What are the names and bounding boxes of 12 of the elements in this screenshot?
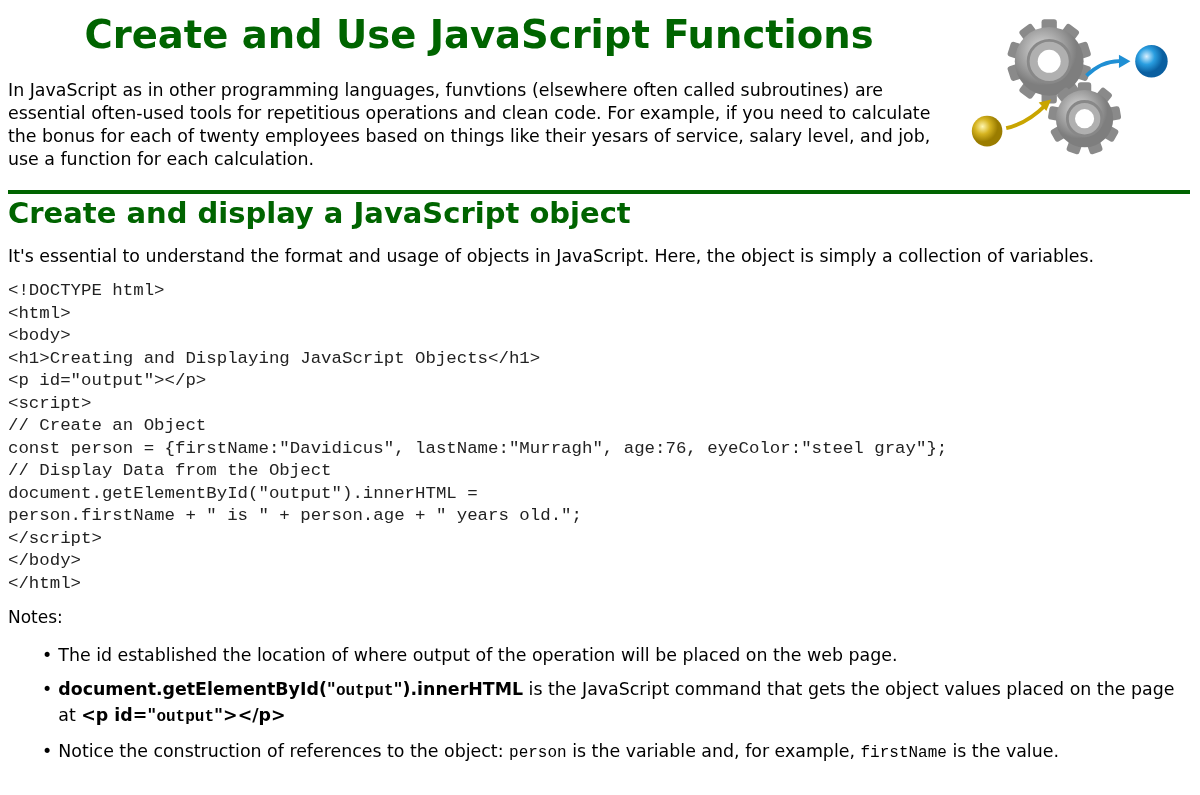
bullet-mark: •	[42, 740, 53, 763]
note-text: Notice the construction of references to the object: person is the variable and, for example, firstName is the value.	[58, 740, 1059, 764]
bullet-mark: •	[42, 644, 53, 667]
notes-label: Notes:	[8, 607, 64, 627]
page-title: Create and Use JavaScript Functions	[83, 12, 875, 59]
section-heading: Create and display a JavaScript object	[8, 196, 632, 230]
section-paragraph: It's essential to understand the format and usage of objects in JavaScript. Here, the object is simply a collection of variables.	[8, 246, 1096, 266]
note-text: document.getElementById("output").innerHTML is the JavaScript command that gets the object values placed on the page at <p id="output"></p>	[58, 678, 1176, 728]
intro-paragraph: In JavaScript as in other programming languages, funvtions (elsewhere often called subroutines) are essential often-used tools for repetitious operations and clean code. For example, if you need to calculate the bonus for each of twenty employees based on things like their yesars of service, salary level, and job, use a function for each calculation.	[8, 78, 932, 171]
code-listing: <!DOCTYPE html> <html> <body> <h1>Creating and Displaying JavaScript Objects</h1> <p id="output"></p> <script> // Create an Object const person = {firstName:"Davidicus", lastName:"Murragh", age:76, eyeColor:"steel gray"}; // Display Data from the Object document.getElementById("output").innerHTML = person.firstName + " is " + person.age + " years old."; </script> </body> </html>	[8, 280, 949, 595]
bullet-mark: •	[42, 678, 53, 701]
note-text: The id established the location of where output of the operation will be placed on the web page.	[58, 644, 898, 667]
